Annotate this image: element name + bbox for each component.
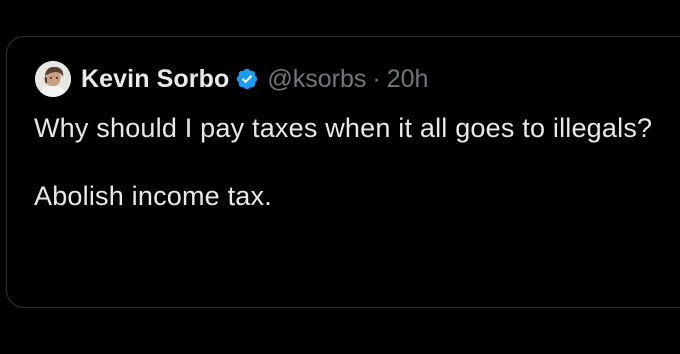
quoted-tweet-card[interactable]: Kevin Sorbo @ksorbs · 20h Why should I p… — [6, 36, 680, 308]
profile-photo-icon — [35, 61, 71, 97]
tweet-text-line: Why should I pay taxes when it all goes … — [34, 113, 653, 143]
verified-badge-icon — [235, 67, 259, 91]
author-handle[interactable]: @ksorbs — [267, 65, 366, 94]
separator-dot: · — [372, 64, 381, 93]
tweet-text-line: Abolish income tax. — [34, 181, 272, 211]
author-name[interactable]: Kevin Sorbo — [81, 65, 229, 94]
avatar[interactable] — [35, 61, 71, 97]
tweet-timestamp[interactable]: 20h — [387, 65, 429, 94]
paragraph-break — [34, 145, 674, 179]
tweet-header: Kevin Sorbo @ksorbs · 20h — [35, 61, 428, 97]
tweet-text: Why should I pay taxes when it all goes … — [34, 111, 674, 213]
